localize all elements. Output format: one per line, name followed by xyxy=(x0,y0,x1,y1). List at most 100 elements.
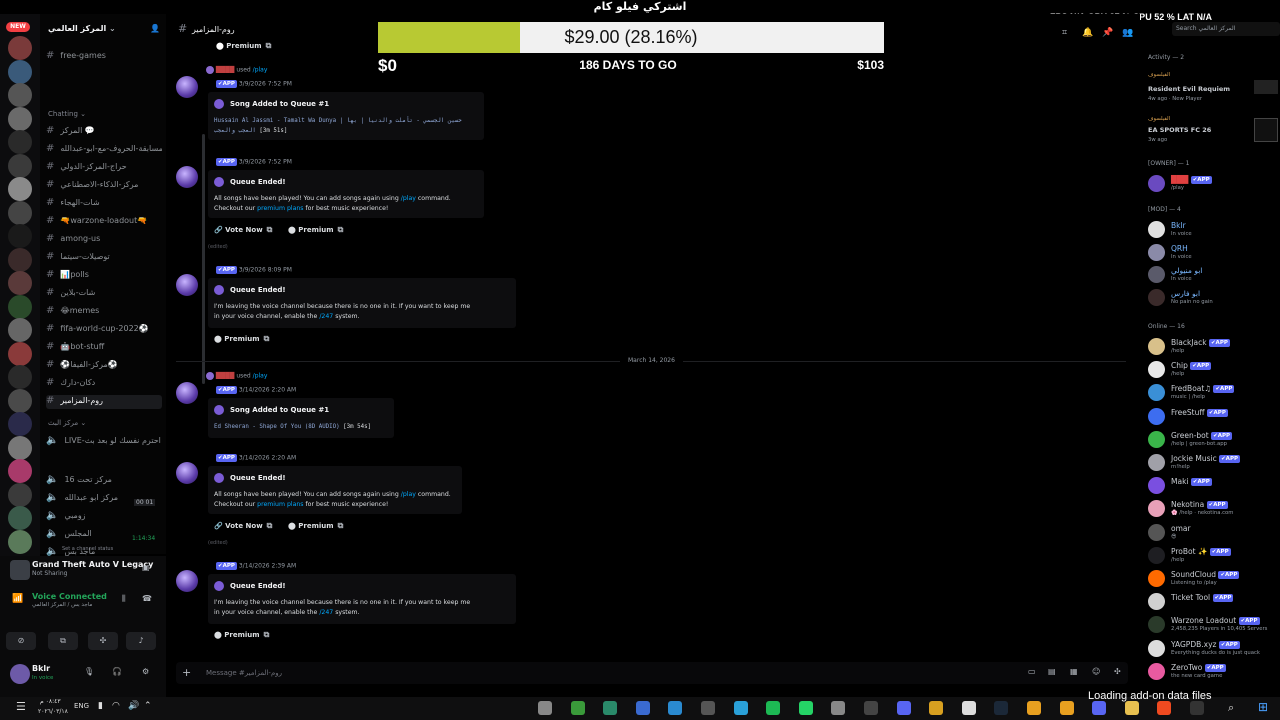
disconnect-icon[interactable]: ☎ xyxy=(142,594,152,603)
channel-item[interactable]: # شات-الهجاء xyxy=(46,197,162,211)
clock-time[interactable]: ٠٨:٤٣ م xyxy=(40,698,61,705)
server-name[interactable]: المركز العالمي ⌄ xyxy=(48,24,158,33)
server-icon[interactable] xyxy=(8,318,32,342)
channel-item[interactable]: # 📊polls xyxy=(46,269,162,283)
user-name[interactable]: Bklr xyxy=(32,664,50,673)
member-online[interactable]: Chip ✔APP/help xyxy=(1148,360,1278,382)
vote-now-button[interactable]: 🔗 Vote Now ⧉ xyxy=(214,225,272,239)
channel-item[interactable]: 🔈 مركز تحت 16 xyxy=(46,474,162,488)
channel-item[interactable]: # مركز-الذكاء-الاصطناعي xyxy=(46,179,162,193)
premium-button[interactable]: ⬤ Premium ⧉ xyxy=(288,521,343,535)
channel-item[interactable]: # ⚽مركز-الفيفا⚽ xyxy=(46,359,162,373)
channel-item[interactable]: # free-games xyxy=(46,50,162,64)
channel-item[interactable]: 🔈 LIVE-احترم نفسك لو بعد بث xyxy=(46,435,162,449)
activities-button[interactable]: ✣ xyxy=(88,632,118,650)
server-icon[interactable] xyxy=(8,365,32,389)
channel-item[interactable]: # المركز 💬 xyxy=(46,125,162,139)
member-online[interactable]: ZeroTwo ✔APP the new card game xyxy=(1148,662,1278,684)
set-channel-status[interactable]: Set a channel status xyxy=(62,546,113,552)
battery-icon[interactable]: ▮ xyxy=(98,701,103,711)
chevron-up-icon[interactable]: ⌃ xyxy=(144,701,152,711)
members-icon[interactable]: 👥 xyxy=(1122,28,1133,38)
xbox-icon[interactable] xyxy=(570,701,585,715)
server-icon[interactable] xyxy=(8,388,32,413)
member-online[interactable]: omar 😎 xyxy=(1148,523,1278,545)
server-icon[interactable] xyxy=(8,506,32,530)
channel-item[interactable]: # 😂memes xyxy=(46,305,162,319)
member-online[interactable]: Warzone Loadout ✔APP 2,458,235 Players in… xyxy=(1148,615,1278,637)
member-online[interactable]: Jockie Music ✔APP m!help xyxy=(1148,453,1278,475)
headphones-icon[interactable]: 🎧 xyxy=(112,667,122,676)
settings-gear-icon[interactable]: ⚙ xyxy=(142,667,149,676)
member-mod[interactable]: ابو منيولي In voice xyxy=(1148,265,1278,287)
channel-item[interactable]: # دكان-دارك xyxy=(46,377,162,391)
microphone-icon[interactable]: 🎙 xyxy=(84,667,94,676)
server-icon[interactable] xyxy=(8,130,32,154)
channel-item[interactable]: # among-us xyxy=(46,233,162,247)
discord-icon[interactable] xyxy=(896,701,911,715)
server-icon[interactable] xyxy=(8,106,32,131)
screen-share-button[interactable]: ⧉ xyxy=(48,632,78,650)
language-indicator[interactable]: ENG xyxy=(74,702,89,710)
server-icon[interactable] xyxy=(8,482,32,507)
noise-suppression-icon[interactable]: ⫼ xyxy=(122,594,126,604)
activity-card[interactable]: الفيلسوف EA SPORTS FC 26 3w ago xyxy=(1148,116,1278,143)
premium-button[interactable]: ⬤ Premium ⧉ xyxy=(214,334,269,348)
obs-icon[interactable] xyxy=(864,701,878,715)
channel-category[interactable]: مركز البث ⌄ xyxy=(48,419,86,427)
threads-icon[interactable]: ⌗ xyxy=(1062,28,1067,38)
steam-icon[interactable] xyxy=(701,701,715,715)
server-icon[interactable] xyxy=(8,36,32,60)
channel-item[interactable]: # fifa-world-cup-2022⚽ xyxy=(46,323,162,337)
game-bar-icon[interactable] xyxy=(603,701,618,715)
r-app-icon[interactable] xyxy=(929,701,944,715)
member-online[interactable]: Ticket Tool ✔APP xyxy=(1148,592,1278,614)
server-icon[interactable] xyxy=(8,294,32,319)
pin-icon[interactable]: 📌 xyxy=(1102,28,1113,38)
settings-app-icon[interactable] xyxy=(538,701,552,715)
activity-card[interactable]: الفيلسوف Resident Evil Requiem 4w ago · … xyxy=(1148,72,1278,102)
server-icon[interactable] xyxy=(8,459,32,483)
server-icon[interactable] xyxy=(8,200,32,225)
search-input[interactable]: Search المركز العالمي xyxy=(1172,22,1280,36)
discord-active-icon[interactable] xyxy=(1092,701,1107,715)
member-online[interactable]: Maki ✔APP xyxy=(1148,476,1278,498)
channel-item[interactable]: # 🔫warzone-loadout🔫 xyxy=(46,215,162,229)
add-friend-icon[interactable]: 👤 xyxy=(150,24,160,33)
premium-button[interactable]: ⬤ Premium ⧉ xyxy=(214,630,269,644)
camera-off-button[interactable]: ⊘ xyxy=(6,632,36,650)
member-online[interactable]: FreeStuff ✔APP xyxy=(1148,407,1278,429)
channel-item[interactable]: # مسابقة-الحروف-مع-ابو-عبدالله xyxy=(46,143,162,157)
brave-icon[interactable] xyxy=(1157,701,1172,715)
member-online[interactable]: ProBot ✨ ✔APP/help xyxy=(1148,546,1278,568)
channel-item[interactable]: # شات-بلاين xyxy=(46,287,162,301)
steam-client-icon[interactable] xyxy=(994,701,1009,715)
server-icon[interactable] xyxy=(8,341,32,366)
server-icon[interactable] xyxy=(8,83,32,107)
apps-icon[interactable]: ✣ xyxy=(1114,667,1121,676)
whatsapp-icon[interactable] xyxy=(798,701,813,715)
search-icon[interactable]: ⌕ xyxy=(1228,701,1234,715)
message-input[interactable]: + Message #روم-المزامير ▭ ▤ ▦ ☺ ✣ xyxy=(176,662,1128,684)
server-icon[interactable] xyxy=(8,412,32,436)
emoji-icon[interactable]: ☺ xyxy=(1092,667,1100,676)
xbox-app-icon[interactable] xyxy=(831,701,846,715)
screen-share-icon[interactable]: ▣ xyxy=(142,563,150,572)
server-icon[interactable] xyxy=(8,271,32,295)
member-mod[interactable]: Bklr In voice xyxy=(1148,220,1278,242)
server-icon[interactable] xyxy=(8,153,32,178)
widgets-icon[interactable]: ☰ xyxy=(16,700,26,713)
amber-app-icon[interactable] xyxy=(1059,701,1074,715)
file-icon[interactable] xyxy=(961,701,976,715)
gif-icon[interactable]: ▤ xyxy=(1048,667,1056,676)
server-icon[interactable] xyxy=(8,529,32,554)
member-online[interactable]: FredBoat♫ ✔APP music | /help xyxy=(1148,383,1278,405)
chrome-icon[interactable] xyxy=(1027,701,1041,715)
soundboard-button[interactable]: ♪ xyxy=(126,632,156,650)
channel-category[interactable]: Chatting ⌄ xyxy=(48,110,86,118)
member-online[interactable]: Green-bot ✔APP/help | green-bot.app xyxy=(1148,430,1278,452)
app-icon[interactable] xyxy=(1190,701,1204,715)
editor-icon[interactable] xyxy=(635,701,650,715)
volume-icon[interactable]: 🔊 xyxy=(128,701,139,711)
member-mod[interactable]: QRH In voice xyxy=(1148,243,1278,265)
